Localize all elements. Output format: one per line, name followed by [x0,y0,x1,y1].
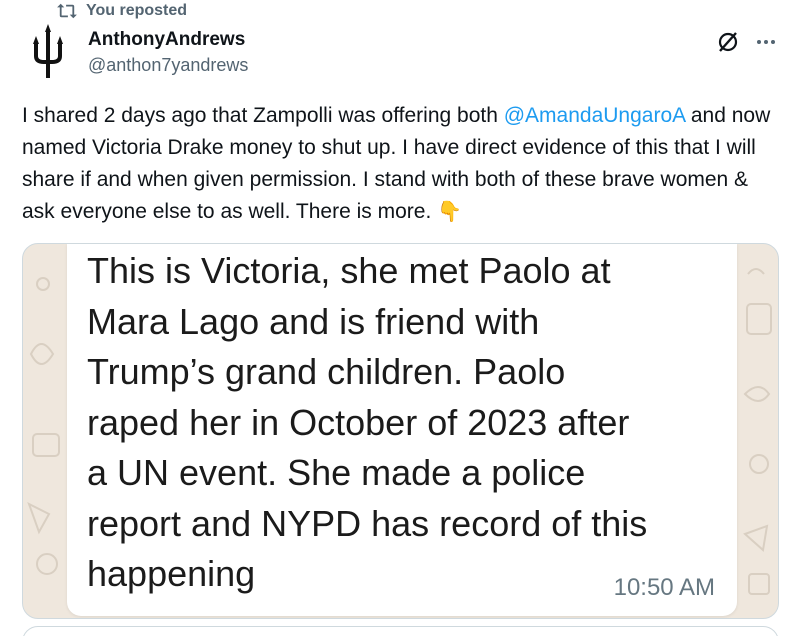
chat-message-line: This is Victoria, she met Paolo at [87,250,611,291]
tweet-header-actions [716,30,778,54]
chat-message-line: report and NYPD has record of this [87,502,648,544]
author-block[interactable]: AnthonyAndrews @anthon7yandrews [88,28,248,78]
avatar[interactable] [20,24,76,84]
repost-label: You reposted [86,2,188,19]
tweet-media-image[interactable]: This is Victoria, she met Paolo at Mara … [22,243,779,619]
chat-message-line: Mara Lago and is friend with [87,300,540,342]
repost-icon [56,1,78,21]
chat-message-text: This is Victoria, she met Paolo at Mara … [87,246,717,600]
chat-message-line: Trump’s grand children. Paolo [87,351,566,392]
author-handle[interactable]: @anthon7yandrews [88,52,248,78]
trident-avatar-icon [33,24,63,78]
chat-message-line: raped her in October of 2023 after [87,401,630,443]
grok-icon[interactable] [716,30,740,54]
chat-message-bubble: This is Victoria, she met Paolo at Mara … [67,244,737,616]
pointing-down-emoji: 👇 [437,201,463,223]
author-display-name[interactable]: AnthonyAndrews [88,28,248,52]
mention-link[interactable]: @AmandaUngaroA [504,104,685,127]
repost-indicator[interactable]: You reposted [56,0,187,22]
next-card-edge [22,626,779,636]
tweet-page: You reposted AnthonyAndrews @anthon7yand… [0,0,800,636]
tweet-text-part1: I shared 2 days ago that Zampolli was of… [22,104,504,127]
chat-message-time: 10:50 AM [613,574,715,601]
tweet-text: I shared 2 days ago that Zampolli was of… [22,100,782,228]
more-icon[interactable] [754,30,778,54]
chat-message-line: a UN event. She made a police [87,452,586,493]
